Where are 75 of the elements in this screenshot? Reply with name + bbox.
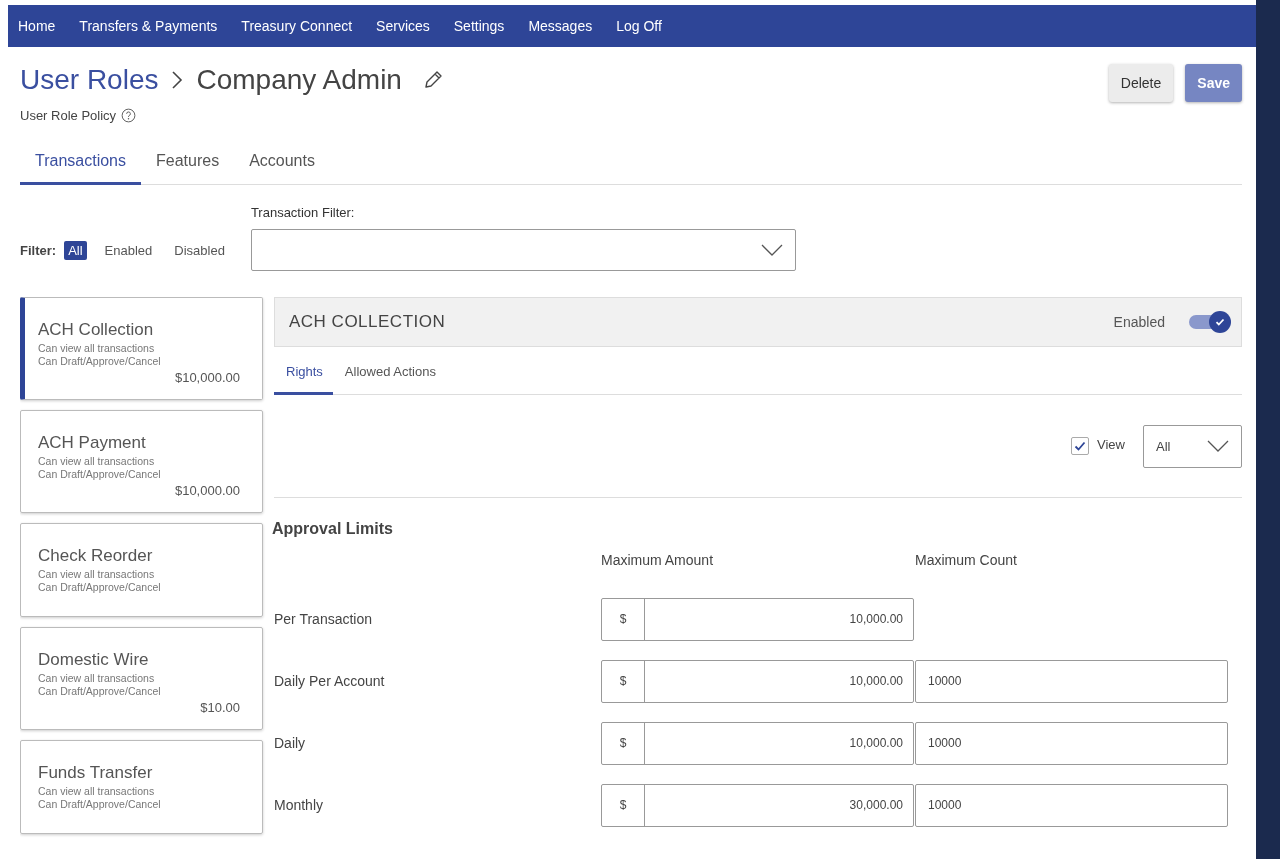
- check-icon: [1214, 316, 1226, 328]
- filter-option[interactable]: Enabled: [100, 240, 157, 260]
- amount-field[interactable]: $ 10,000.00: [601, 721, 914, 765]
- filter-option[interactable]: Disabled: [170, 240, 229, 260]
- currency-prefix: $: [602, 598, 645, 640]
- row-label: Monthly: [274, 797, 325, 813]
- currency-prefix: $: [602, 660, 645, 702]
- breadcrumb-link[interactable]: User Roles: [20, 64, 159, 96]
- amount-text: $10.00: [200, 700, 240, 715]
- amount-text: $10,000.00: [174, 370, 240, 385]
- transaction-name: Check Reorder: [38, 546, 154, 566]
- tab[interactable]: Allowed Actions: [332, 364, 446, 395]
- transaction-name: Domestic Wire: [38, 650, 150, 670]
- count-field[interactable]: 10000: [915, 721, 1228, 765]
- row-label: Per Transaction: [274, 611, 374, 627]
- tab[interactable]: Features: [141, 152, 235, 185]
- column-header: Maximum Amount: [601, 552, 715, 568]
- transaction-card[interactable]: ACH Collection Can view all transactions Can Draft/Approve/Cancel $10,000.00: [20, 297, 263, 400]
- transaction-card[interactable]: Domestic Wire Can view all transactions Can Draft/Approve/Cancel $10.00: [20, 627, 263, 730]
- nav-link[interactable]: Log Off: [616, 18, 662, 34]
- permission-text: Can Draft/Approve/Cancel: [38, 685, 162, 698]
- permission-text: Can view all transactions: [38, 568, 156, 581]
- currency-prefix: $: [602, 784, 645, 826]
- permission-text: Can Draft/Approve/Cancel: [38, 468, 162, 481]
- view-scope-dropdown[interactable]: All: [1143, 424, 1242, 468]
- save-button[interactable]: Save: [1185, 64, 1242, 102]
- tab[interactable]: Accounts: [234, 152, 330, 185]
- status-label: Enabled: [1113, 314, 1165, 330]
- count-field[interactable]: 10000: [915, 659, 1228, 703]
- nav-link[interactable]: Transfers & Payments: [79, 18, 218, 34]
- transaction-card[interactable]: ACH Payment Can view all transactions Can Draft/Approve/Cancel $10,000.00: [20, 410, 263, 513]
- checkbox[interactable]: [1071, 437, 1090, 455]
- amount-field[interactable]: $ 30,000.00: [601, 783, 914, 827]
- chevron-right-icon: [170, 69, 185, 91]
- permission-text: Can Draft/Approve/Cancel: [38, 798, 162, 811]
- delete-button[interactable]: Delete: [1108, 64, 1174, 102]
- field-label: Transaction Filter:: [250, 205, 356, 220]
- transaction-card[interactable]: Check Reorder Can view all transactions Can Draft/Approve/Cancel: [20, 523, 263, 617]
- tab[interactable]: Rights: [274, 364, 333, 395]
- nav-link[interactable]: Home: [18, 18, 56, 34]
- row-label: Daily Per Account: [274, 673, 386, 689]
- chevron-down-icon: [1207, 440, 1229, 452]
- column-header: Maximum Count: [915, 552, 1018, 568]
- permission-text: Can view all transactions: [38, 455, 156, 468]
- tab[interactable]: Transactions: [20, 152, 141, 185]
- help-icon[interactable]: [121, 108, 137, 123]
- section-heading: Approval Limits: [272, 520, 393, 537]
- page-title: Company Admin: [196, 64, 402, 96]
- nav-link[interactable]: Messages: [528, 18, 593, 34]
- amount-field[interactable]: $ 10,000.00: [601, 659, 914, 703]
- currency-prefix: $: [602, 722, 645, 764]
- transaction-filter-dropdown[interactable]: [250, 229, 796, 271]
- transaction-name: ACH Collection: [38, 320, 155, 340]
- check-icon: [1073, 439, 1088, 453]
- nav-link[interactable]: Treasury Connect: [241, 18, 353, 34]
- checkbox-label: View: [1097, 436, 1125, 452]
- count-field[interactable]: 10000: [915, 783, 1228, 827]
- amount-field[interactable]: $ 10,000.00: [601, 597, 914, 641]
- subtitle: User Role Policy: [20, 108, 117, 123]
- section-title: ACH COLLECTION: [289, 312, 447, 332]
- permission-text: Can view all transactions: [38, 342, 156, 355]
- transaction-name: Funds Transfer: [38, 763, 154, 783]
- row-label: Daily: [274, 735, 307, 751]
- permission-text: Can view all transactions: [38, 785, 156, 798]
- filter-option[interactable]: All: [64, 240, 87, 260]
- permission-text: Can Draft/Approve/Cancel: [38, 355, 162, 368]
- transaction-card[interactable]: Funds Transfer Can view all transactions Can Draft/Approve/Cancel: [20, 740, 263, 834]
- chevron-down-icon: [760, 244, 783, 256]
- nav-link[interactable]: Services: [376, 18, 430, 34]
- permission-text: Can Draft/Approve/Cancel: [38, 581, 162, 594]
- nav-link[interactable]: Settings: [453, 18, 505, 34]
- amount-text: $10,000.00: [174, 483, 240, 498]
- filter-label: Filter:: [20, 242, 57, 258]
- permission-text: Can view all transactions: [38, 672, 156, 685]
- transaction-name: ACH Payment: [38, 433, 147, 453]
